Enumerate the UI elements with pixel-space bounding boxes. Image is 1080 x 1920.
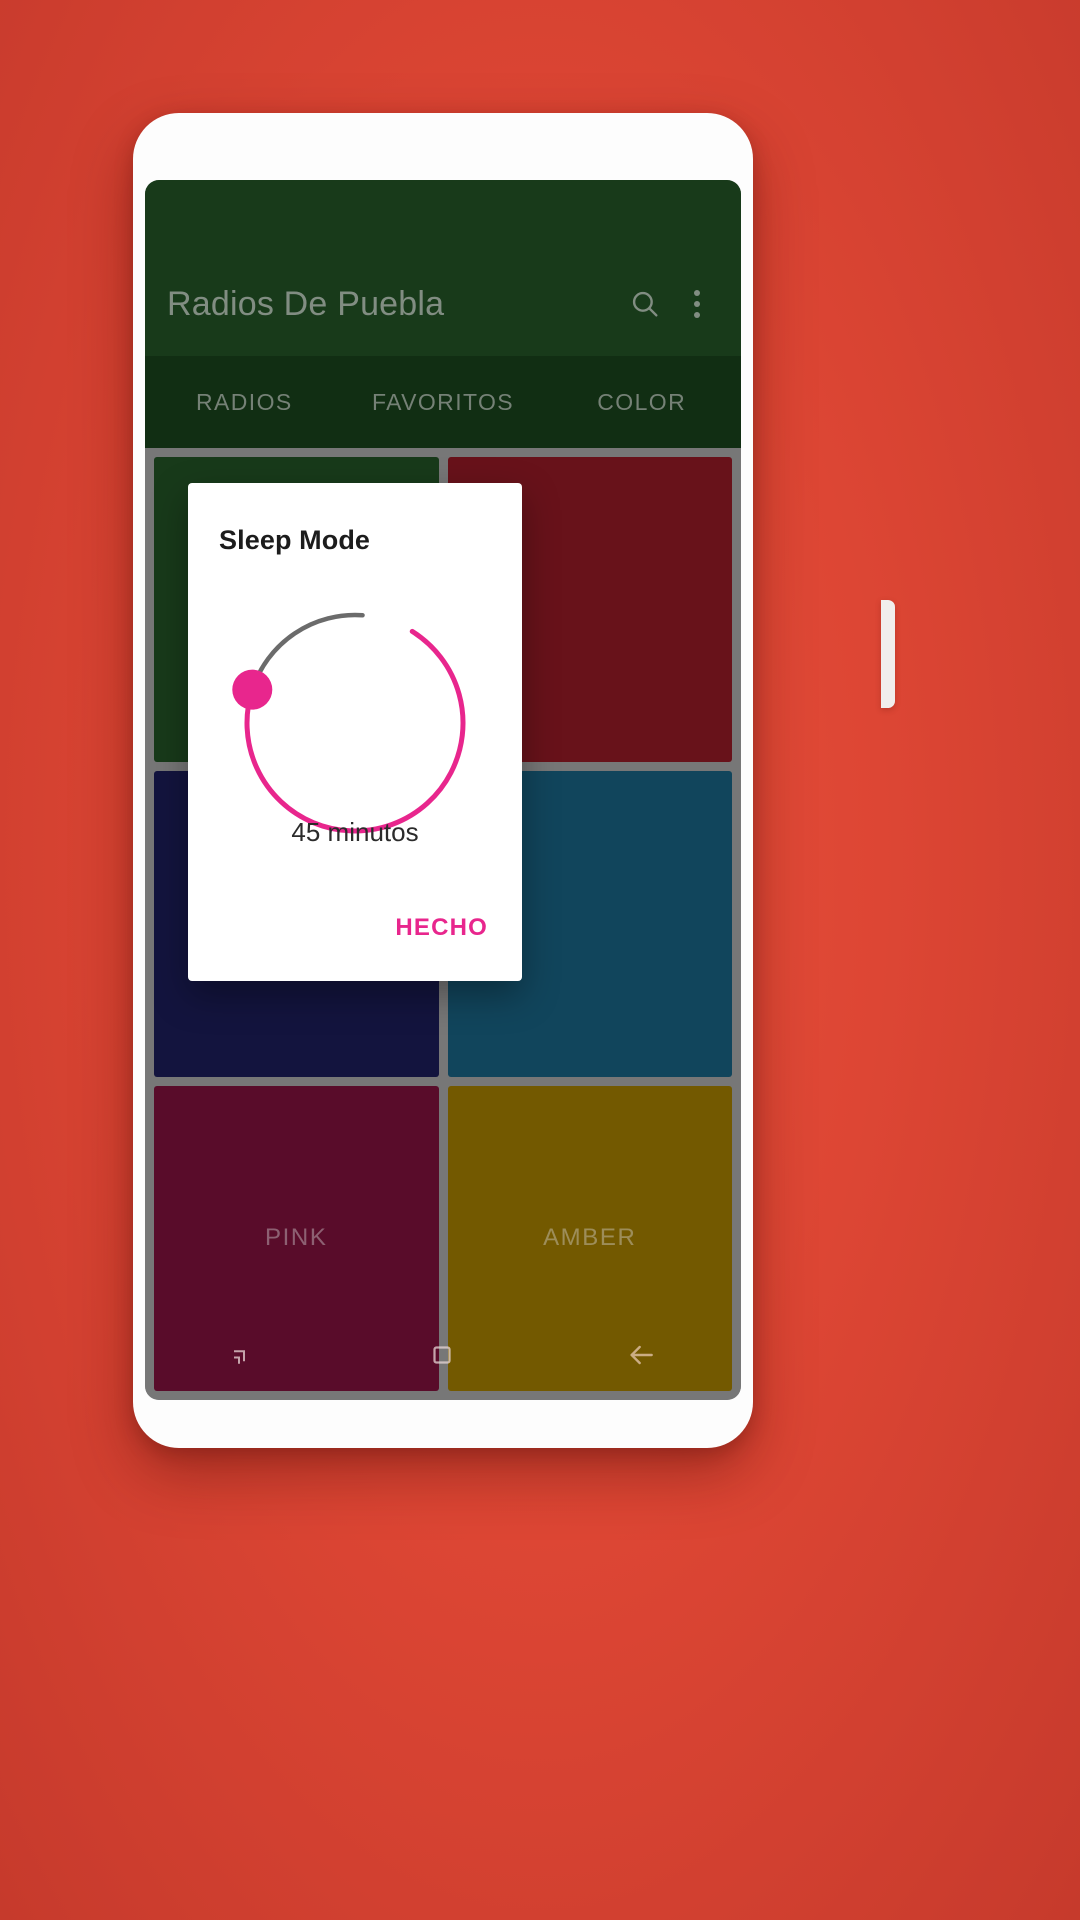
timer-progress-arc xyxy=(244,628,466,834)
screenshot-root: Radios De Puebla RADIOS FAVORITOS COLOR … xyxy=(0,0,1080,1920)
sleep-timer-dial[interactable]: 45 minutos xyxy=(188,587,522,867)
power-button[interactable] xyxy=(881,600,895,708)
done-button[interactable]: HECHO xyxy=(391,908,492,948)
phone-frame: Radios De Puebla RADIOS FAVORITOS COLOR … xyxy=(133,113,895,1448)
timer-value-label: 45 minutos xyxy=(291,817,419,847)
timer-thumb-handle[interactable] xyxy=(232,669,273,710)
dialog-title: Sleep Mode xyxy=(219,525,371,555)
phone-screen: Radios De Puebla RADIOS FAVORITOS COLOR … xyxy=(145,180,741,1400)
sleep-mode-dialog: Sleep Mode 45 minutos HECHO xyxy=(188,483,522,981)
